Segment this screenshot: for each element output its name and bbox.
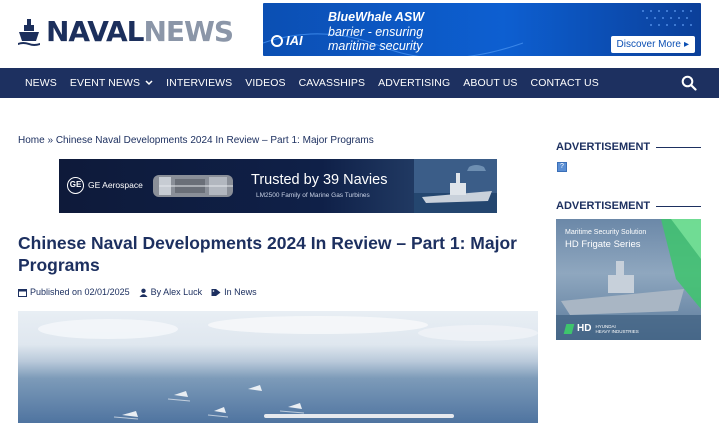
ad-brand-logo: IAI (271, 33, 303, 48)
category-name[interactable]: In News (224, 287, 257, 297)
hd-sub-2: HEAVY INDUSTRIES (595, 328, 639, 334)
tag-icon (211, 288, 221, 296)
category-meta: In News (211, 287, 257, 297)
nav-contact-us[interactable]: CONTACT US (531, 77, 599, 89)
turbine-engine-icon (153, 175, 233, 197)
nav-videos[interactable]: VIDEOS (245, 77, 285, 89)
ad-headline: Trusted by 39 Navies (251, 172, 388, 188)
hd-frigate-ad[interactable]: Maritime Security Solution HD Frigate Se… (556, 219, 701, 340)
sidebar-ad-heading-1: ADVERTISEMENT (556, 141, 701, 153)
chevron-right-icon: ▸ (683, 39, 689, 50)
nav-cavasships[interactable]: CAVASSHIPS (299, 77, 366, 89)
hd-brand-sub: HYUNDAI HEAVY INDUSTRIES (595, 324, 638, 334)
frigate-illustration (556, 219, 701, 340)
main-nav: NEWS EVENT NEWS INTERVIEWS VIDEOS CAVASS… (0, 68, 719, 98)
discover-more-button[interactable]: Discover More ▸ (610, 36, 695, 53)
hd-brand-logo: HD HYUNDAI HEAVY INDUSTRIES (563, 323, 639, 334)
site-header: NAVALNEWS BlueWhale ASW barrier - ensuri… (0, 0, 719, 68)
nav-interviews[interactable]: INTERVIEWS (166, 77, 232, 89)
ad-subline: LM2500 Family of Marine Gas Turbines (256, 192, 370, 199)
iai-circle-icon (271, 35, 283, 47)
sidebar-ad-heading-2: ADVERTISEMENT (556, 200, 701, 212)
site-logo[interactable]: NAVALNEWS (18, 14, 234, 50)
calendar-icon (18, 288, 27, 297)
ge-logo-icon: GE (67, 177, 84, 194)
ad-line-2: barrier - ensuring (328, 25, 424, 39)
published-date: Published on 02/01/2025 (30, 287, 130, 297)
ge-aerospace-ad[interactable]: GE GE Aerospace Trusted by 39 Navies LM2… (59, 159, 497, 213)
breadcrumb: Home » Chinese Naval Developments 2024 I… (18, 135, 374, 146)
breadcrumb-home[interactable]: Home (18, 135, 45, 146)
user-icon (139, 288, 148, 297)
logo-news: NEWS (143, 15, 234, 48)
broken-image-icon: ? (557, 162, 567, 172)
nav-event-news[interactable]: EVENT NEWS (70, 77, 153, 89)
heading-rule (656, 205, 701, 207)
nav-about-us[interactable]: ABOUT US (463, 77, 517, 89)
ad-brand: GE Aerospace (88, 180, 143, 190)
hd-brand-text: HD (577, 323, 592, 334)
ad-line-3: maritime security (328, 39, 423, 53)
horizontal-scrollbar[interactable] (264, 414, 454, 418)
hd-leaf-icon (563, 323, 575, 334)
cta-label: Discover More (616, 39, 681, 50)
search-icon[interactable] (681, 75, 697, 91)
warship-icon (414, 159, 497, 213)
logo-wordmark: NAVALNEWS (46, 15, 234, 48)
article-meta: Published on 02/01/2025 By Alex Luck In … (18, 287, 266, 297)
article-title: Chinese Naval Developments 2024 In Revie… (18, 233, 517, 275)
chevron-down-icon (145, 80, 153, 86)
article-hero-image (18, 311, 538, 423)
ship-logo-icon (18, 19, 40, 46)
fleet-photo (38, 316, 538, 420)
logo-naval: NAVAL (46, 15, 144, 48)
published-meta: Published on 02/01/2025 (18, 287, 130, 297)
author-meta: By Alex Luck (139, 287, 203, 297)
ad-brand-text: IAI (286, 33, 303, 48)
nav-advertising[interactable]: ADVERTISING (378, 77, 450, 89)
nav-news[interactable]: NEWS (25, 77, 57, 89)
sidebar-ad-heading-1-text: ADVERTISEMENT (556, 141, 651, 153)
breadcrumb-current: Chinese Naval Developments 2024 In Revie… (55, 135, 374, 146)
side-ad-headline: HD Frigate Series (565, 239, 641, 250)
ad-line-1: BlueWhale ASW (328, 10, 425, 24)
nav-event-news-label: EVENT NEWS (69, 77, 141, 89)
author-name[interactable]: By Alex Luck (151, 287, 203, 297)
heading-rule (656, 146, 701, 148)
side-ad-kicker: Maritime Security Solution (565, 229, 647, 236)
top-banner-ad[interactable]: BlueWhale ASW barrier - ensuring maritim… (263, 3, 701, 56)
breadcrumb-separator: » (47, 135, 54, 146)
sidebar-ad-heading-2-text: ADVERTISEMENT (556, 200, 651, 212)
